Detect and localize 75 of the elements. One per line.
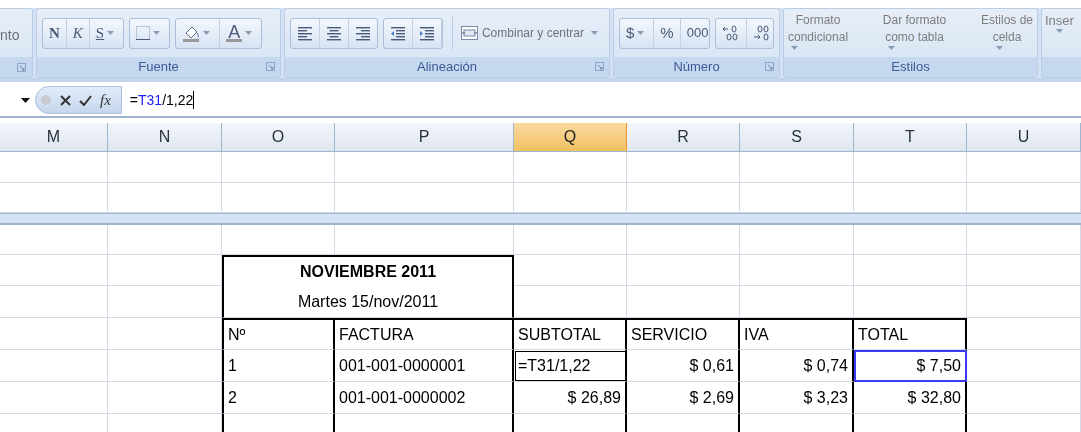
group-label: Estilos (891, 58, 930, 77)
table-cell: =T31/1,22 (514, 350, 627, 382)
table-cell: 001-001-0000002 (335, 382, 514, 414)
column-heading: IVA (740, 318, 854, 350)
formula-field[interactable]: =T31/1,22 (121, 84, 1081, 116)
insert-function-button[interactable]: fx (100, 88, 111, 112)
decrease-indent-icon (390, 25, 407, 41)
column-heading: TOTAL (854, 318, 967, 350)
table-cell: $ 0,74 (740, 350, 854, 382)
group-label: Número (673, 58, 720, 77)
column-header[interactable]: M (0, 123, 108, 151)
column-header[interactable]: N (108, 123, 222, 151)
column-header[interactable]: T (854, 123, 967, 151)
bold-button[interactable]: N (43, 18, 67, 48)
increase-indent-icon (419, 25, 436, 41)
table-cell: 001-001-0000001 (335, 350, 514, 382)
align-right-icon (355, 25, 371, 41)
caret-icon (107, 31, 115, 35)
styles-button[interactable]: Estilos de celda (979, 12, 1034, 50)
borders-icon (136, 26, 151, 40)
italic-button[interactable]: K (66, 18, 90, 48)
caret-icon (153, 31, 161, 35)
dropdown-arrow-icon (21, 97, 30, 103)
insert-button[interactable]: Inser (1045, 12, 1074, 33)
caret-icon (1055, 29, 1063, 33)
styles-button[interactable]: Formato condicional (787, 12, 850, 50)
column-heading: SERVICIO (627, 318, 740, 350)
table-cell: $ 3,23 (740, 382, 854, 414)
caret-icon (637, 31, 645, 35)
percent-button[interactable]: % (654, 18, 681, 48)
paint-bucket-icon (182, 24, 201, 42)
table-cell: $ 32,80 (854, 382, 967, 414)
align-left-icon (297, 25, 313, 41)
dialog-launcher-icon (765, 62, 774, 71)
table-cell: $ 0,61 (627, 350, 740, 382)
column-header[interactable]: U (967, 123, 1081, 151)
underline-button[interactable]: S (89, 18, 124, 48)
decrease-decimal-icon (752, 24, 771, 42)
thousands-button[interactable]: 000 (680, 18, 709, 48)
column-heading: Nº (222, 318, 335, 350)
table-subtitle: Martes 15/nov/2011 (222, 286, 514, 318)
group-button-label: nto (0, 25, 20, 45)
cancel-icon (60, 94, 71, 106)
column-header[interactable]: S (740, 123, 854, 151)
column-heading: FACTURA (335, 318, 514, 350)
align-center-icon (326, 25, 342, 41)
column-heading: SUBTOTAL (514, 318, 627, 350)
dialog-launcher-icon (17, 62, 26, 72)
table-cell: $ 7,50 (854, 350, 967, 382)
table-cell: 1 (222, 350, 335, 382)
caret-icon (888, 46, 896, 50)
merge-center-button[interactable]: Combinar y centrar (457, 17, 604, 49)
caret-icon (995, 46, 1003, 50)
group-label: Alineación (417, 58, 477, 77)
currency-button[interactable]: $ (620, 18, 655, 48)
column-header[interactable]: P (335, 123, 514, 151)
table-cell: 2 (222, 382, 335, 414)
checkmark-icon (79, 94, 92, 106)
dialog-launcher-icon (266, 62, 275, 71)
column-header[interactable]: O (222, 123, 335, 151)
styles-button[interactable]: Dar formato como tabla (881, 12, 948, 50)
dialog-launcher-icon (595, 62, 604, 71)
caret-icon (791, 46, 798, 50)
circle-icon (40, 94, 52, 106)
increase-decimal-icon (721, 24, 740, 42)
group-label: Fuente (138, 58, 179, 77)
merge-cells-icon (460, 26, 478, 40)
column-header[interactable]: Q (514, 123, 627, 151)
table-cell: $ 2,69 (627, 382, 740, 414)
table-cell: $ 26,89 (514, 382, 627, 414)
caret-icon (203, 31, 211, 35)
table-title: NOVIEMBRE 2011 (222, 255, 514, 286)
caret-icon (245, 31, 253, 35)
caret-icon (591, 31, 598, 35)
column-header[interactable]: R (627, 123, 740, 151)
